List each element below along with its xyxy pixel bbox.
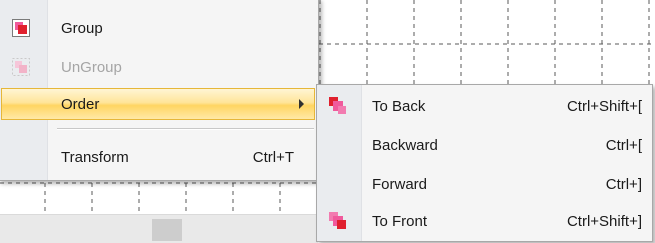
context-menu: Group UnGroup Order Transform Ctrl+T: [0, 0, 319, 181]
menu-item-label: Backward: [372, 136, 438, 154]
menu-item-label: UnGroup: [61, 58, 122, 76]
menu-item-forward[interactable]: Forward Ctrl+]: [317, 169, 652, 199]
menu-item-to-back[interactable]: To Back Ctrl+Shift+[: [317, 91, 652, 121]
menu-item-order[interactable]: Order: [1, 88, 315, 120]
menu-item-shortcut: Ctrl+[: [605, 136, 642, 154]
scrollbar-thumb[interactable]: [152, 219, 182, 241]
menu-item-label: Forward: [372, 175, 428, 193]
menu-item-shortcut: Ctrl+Shift+]: [566, 212, 642, 230]
to-back-icon: [329, 97, 347, 115]
menu-item-ungroup: UnGroup: [0, 52, 318, 82]
to-front-icon: [329, 212, 347, 230]
menu-separator: [57, 128, 314, 130]
menu-item-shortcut: Ctrl+T: [252, 148, 294, 166]
menu-item-label: Order: [61, 95, 100, 113]
ungroup-icon: [12, 58, 30, 76]
menu-item-group[interactable]: Group: [0, 13, 318, 43]
menu-item-backward[interactable]: Backward Ctrl+[: [317, 130, 652, 160]
menu-item-label: To Back: [372, 97, 426, 115]
menu-item-label: To Front: [372, 212, 428, 230]
menu-item-shortcut: Ctrl+Shift+[: [566, 97, 642, 115]
group-icon: [12, 19, 30, 37]
menu-item-label: Group: [61, 19, 103, 37]
order-submenu: To Back Ctrl+Shift+[ Backward Ctrl+[ For…: [316, 84, 653, 242]
horizontal-scrollbar[interactable]: [0, 214, 318, 243]
menu-item-label: Transform: [61, 148, 129, 166]
menu-item-to-front[interactable]: To Front Ctrl+Shift+]: [317, 206, 652, 236]
menu-item-shortcut: Ctrl+]: [605, 175, 642, 193]
menu-item-transform[interactable]: Transform Ctrl+T: [0, 142, 318, 172]
submenu-arrow-icon: [299, 99, 304, 109]
